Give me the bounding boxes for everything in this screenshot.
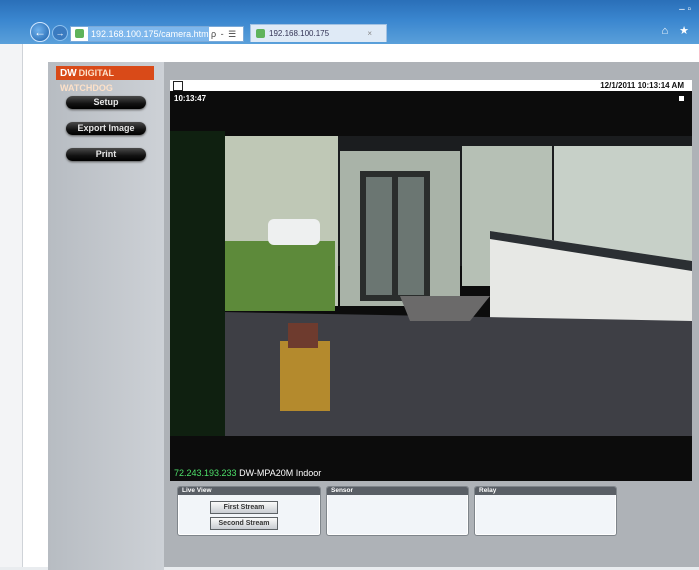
address-bar[interactable]: 192.168.100.175/camera.html ρ - ☰ → ✕ [70, 26, 244, 53]
lobby-scene-image [170, 91, 692, 481]
print-button[interactable]: Print [66, 148, 146, 161]
camera-video-feed[interactable]: 10:13:47 72.243.193.233 DW-MPA20M Indoor [170, 91, 692, 481]
sidebar [48, 62, 164, 570]
overlay-time: 10:13:47 [174, 94, 207, 103]
back-button[interactable]: ← [30, 22, 50, 42]
browser-tab[interactable]: 192.168.100.175 × [250, 24, 387, 42]
tab-close-icon[interactable]: × [367, 25, 372, 42]
window-controls[interactable]: – ▫ [679, 4, 691, 15]
first-stream-button[interactable]: First Stream [210, 501, 278, 514]
live-view-panel: Live View First Stream Second Stream [177, 486, 321, 536]
home-favorites-icons[interactable]: ⌂ ★ [661, 24, 693, 37]
address-url[interactable]: 192.168.100.175/camera.html [88, 27, 209, 41]
forward-arrow-icon: → [55, 28, 65, 38]
camera-header: 12/1/2011 10:13:14 AM [170, 80, 692, 91]
back-arrow-icon: ← [34, 25, 46, 39]
browser-titlebar: ← → 192.168.100.175/camera.html ρ - ☰ → … [0, 0, 699, 53]
sensor-title: Sensor [327, 487, 468, 495]
camera-datetime: 12/1/2011 10:13:14 AM [600, 81, 684, 90]
forward-button[interactable]: → [52, 25, 68, 41]
relay-panel: Relay [474, 486, 617, 536]
live-view-title: Live View [178, 487, 320, 495]
site-favicon-icon [75, 29, 84, 38]
relay-title: Relay [475, 487, 616, 495]
export-image-button[interactable]: Export Image [66, 122, 146, 135]
second-stream-button[interactable]: Second Stream [210, 517, 278, 530]
tab-title: 192.168.100.175 [269, 29, 330, 38]
camera-caption: 72.243.193.233 DW-MPA20M Indoor [174, 468, 321, 478]
camera-name: DW-MPA20M Indoor [239, 468, 322, 478]
sensor-panel: Sensor [326, 486, 469, 536]
record-indicator [679, 96, 684, 101]
brand-logo: DW DIGITAL WATCHDOG [56, 66, 154, 93]
tab-favicon-icon [256, 29, 265, 38]
fullscreen-icon[interactable] [173, 81, 183, 91]
logo-dw: DW [60, 68, 77, 79]
camera-ip: 72.243.193.233 [174, 468, 237, 478]
setup-button[interactable]: Setup [66, 96, 146, 109]
window-left-edge [0, 44, 23, 567]
